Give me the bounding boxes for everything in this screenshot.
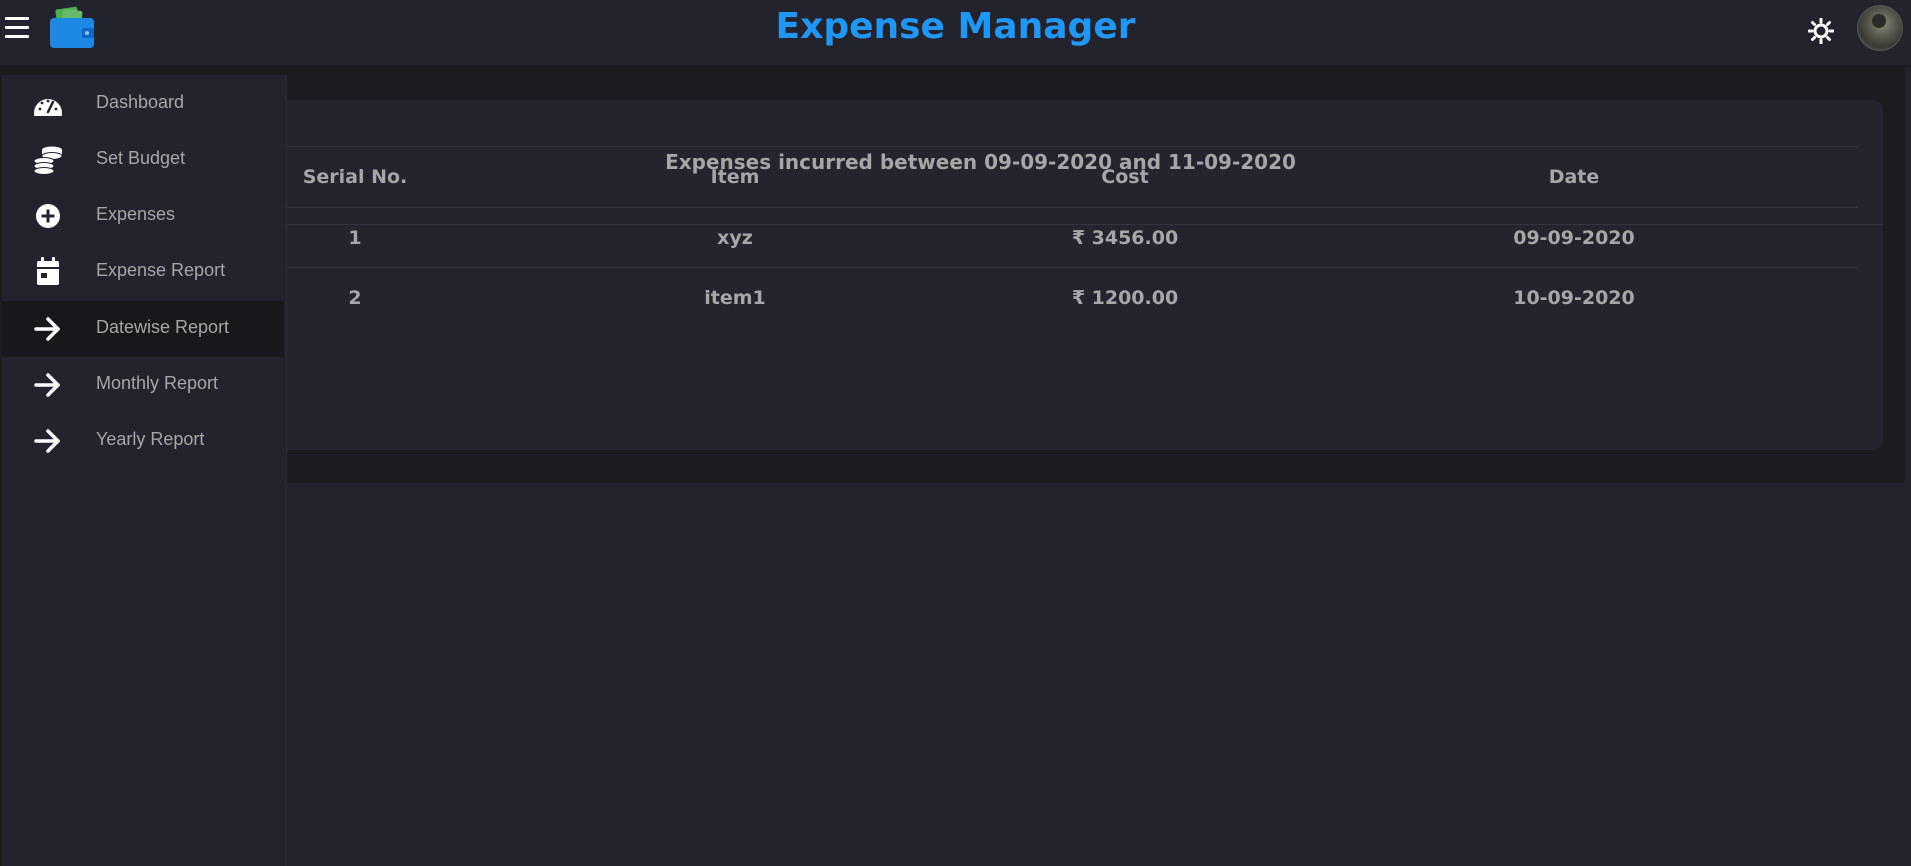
sidebar-item-label: Yearly Report: [96, 429, 205, 449]
cell-date: 09-09-2020: [1290, 207, 1858, 268]
expense-table: Serial No. Item Cost Date 1 xyz ₹ 3456.0…: [200, 146, 1858, 327]
sidebar-item-yearly-report[interactable]: Yearly Report: [2, 413, 284, 469]
arrow-right-icon: [34, 317, 60, 341]
sidebar-item-label: Expenses: [96, 204, 176, 224]
cell-item: xyz: [510, 207, 960, 268]
plus-circle-icon: [36, 204, 60, 228]
sidebar-item-datewise-report[interactable]: Datewise Report: [2, 301, 284, 357]
top-navbar: Expense Manager: [0, 0, 1911, 67]
sidebar-item-label: Dashboard: [96, 92, 185, 112]
sidebar-item-label: Expense Report: [96, 260, 226, 280]
table-header-row: Serial No. Item Cost Date: [200, 146, 1858, 208]
user-avatar[interactable]: [1857, 5, 1903, 51]
sidebar-item-monthly-report[interactable]: Monthly Report: [2, 357, 284, 413]
sidebar: Dashboard Set Budget Expenses Expense Re…: [0, 75, 287, 866]
arrow-right-icon: [34, 429, 60, 453]
sidebar-item-label: Set Budget: [96, 148, 186, 168]
table-row: 2 item1 ₹ 1200.00 10-09-2020: [200, 267, 1858, 327]
sidebar-item-expense-report[interactable]: Expense Report: [2, 244, 284, 300]
calendar-icon: [37, 257, 59, 285]
cell-cost: ₹ 3456.00: [960, 207, 1290, 268]
sun-icon[interactable]: [1808, 18, 1834, 44]
column-header-date: Date: [1290, 146, 1858, 208]
cell-item: item1: [510, 267, 960, 327]
sidebar-item-expenses[interactable]: Expenses: [2, 188, 284, 244]
table-row: 1 xyz ₹ 3456.00 09-09-2020: [200, 207, 1858, 268]
speedometer-icon: [34, 99, 62, 116]
column-header-item: Item: [510, 146, 960, 208]
column-header-cost: Cost: [960, 146, 1290, 208]
coins-icon: [33, 146, 63, 175]
cell-date: 10-09-2020: [1290, 267, 1858, 327]
sidebar-item-dashboard[interactable]: Dashboard: [2, 76, 284, 132]
sidebar-item-label: Monthly Report: [96, 373, 219, 393]
sidebar-item-label: Datewise Report: [96, 317, 230, 337]
cell-cost: ₹ 1200.00: [960, 267, 1290, 327]
sidebar-item-set-budget[interactable]: Set Budget: [2, 132, 284, 188]
app-title: Expense Manager: [775, 6, 1136, 47]
arrow-right-icon: [34, 373, 60, 397]
